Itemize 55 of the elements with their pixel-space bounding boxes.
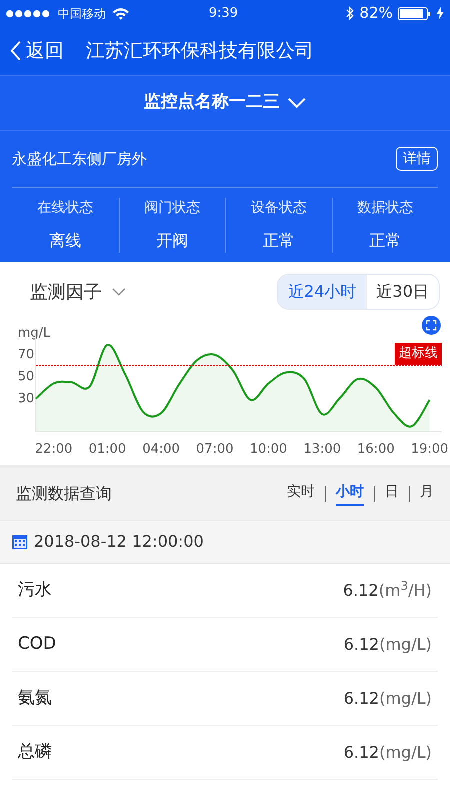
carrier-name: 中国移动 [58,6,106,22]
period-tab[interactable]: 实时 [287,482,315,506]
bluetooth-icon [346,6,355,21]
status-label: 阀门状态 [144,198,200,218]
site-dropdown[interactable]: 监控点名称一二三 [144,90,306,116]
page-title: 江苏汇环环保科技有限公司 [86,38,314,64]
calendar-icon [12,534,28,550]
reading-name: 污水 [18,578,52,602]
status-label: 数据状态 [357,198,414,218]
status-label: 设备状态 [250,198,307,218]
expand-button[interactable] [422,316,441,335]
wifi-icon [112,6,130,20]
axis-unit: mg/L [18,326,51,341]
expand-icon [426,320,437,331]
y-tick-label: 50 [18,370,35,384]
status-value: 正常 [369,230,402,252]
status-label: 在线状态 [37,198,94,218]
charging-icon [437,7,444,20]
chevron-down-icon [288,98,306,108]
date-text: 2018-08-12 12:00:00 [34,531,204,553]
x-tick-label: 07:00 [196,442,234,457]
status-value: 正常 [262,230,295,252]
section-title: 监测数据查询 [16,483,112,505]
location-name: 永盛化工东侧厂房外 [12,148,147,170]
reading-value: 6.12(m$^{3}$/H) [343,578,432,602]
reading-value: 6.12(mg/L) [344,634,432,656]
threshold-label: 超标线 [395,343,442,365]
chevron-left-icon [10,40,22,62]
reading-value: 6.12(mg/L) [344,742,432,764]
x-tick-label: 01:00 [88,442,126,457]
y-tick-label: 30 [18,392,35,406]
details-button[interactable]: 详情 [396,147,438,171]
status-time: 9:39 [209,5,238,23]
status-value: 开阀 [156,230,188,252]
x-tick-label: 10:00 [250,442,288,457]
period-tab[interactable]: 月 [420,482,434,506]
x-tick-label: 04:00 [142,442,180,457]
period-tab[interactable]: 小时 [336,482,364,506]
reading-value: 6.12(mg/L) [344,688,432,710]
factor-dropdown[interactable]: 监测因子 [30,278,126,306]
x-tick-label: 19:00 [411,442,449,457]
status-value: 离线 [49,230,82,252]
battery-icon [398,6,432,20]
reading-name: COD [18,632,56,656]
battery-percent: 82% [360,3,393,24]
y-tick-label: 70 [18,348,35,362]
x-tick-label: 22:00 [35,442,73,457]
period-tab[interactable]: 日 [385,482,399,506]
back-button[interactable]: 返回 [10,36,64,66]
x-tick-label: 13:00 [304,442,342,457]
reading-name: 总磷 [18,740,52,764]
chevron-down-icon [112,288,126,296]
range-tab[interactable]: 近24小时 [278,275,367,309]
reading-name: 氨氮 [18,686,52,710]
x-tick-label: 16:00 [357,442,395,457]
